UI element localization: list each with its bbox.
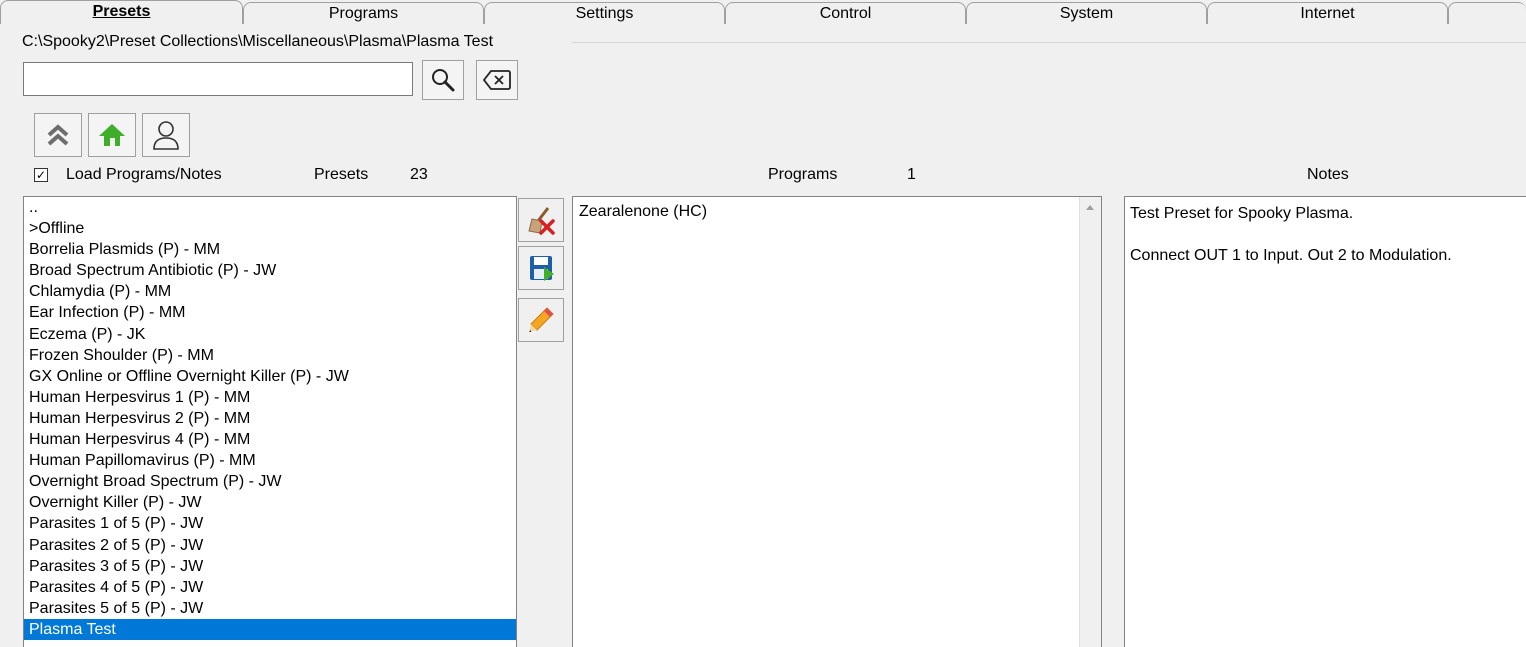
list-item[interactable]: Eczema (P) - JK — [24, 324, 516, 345]
backspace-clear-icon — [482, 70, 511, 90]
tab-internet[interactable]: Internet — [1207, 2, 1448, 24]
tab-settings[interactable]: Settings — [484, 2, 725, 24]
notes-label: Notes — [1307, 166, 1349, 183]
list-item[interactable]: Overnight Broad Spectrum (P) - JW — [24, 471, 516, 492]
list-item[interactable]: Parasites 3 of 5 (P) - JW — [24, 556, 516, 577]
tab-control[interactable]: Control — [725, 2, 966, 24]
tab-programs[interactable]: Programs — [243, 2, 484, 24]
presets-label: Presets — [314, 166, 369, 183]
list-item[interactable]: .. — [24, 197, 516, 218]
list-item[interactable]: GX Online or Offline Overnight Killer (P… — [24, 366, 516, 387]
save-disk-icon — [530, 256, 554, 281]
list-item[interactable]: Frozen Shoulder (P) - MM — [24, 345, 516, 366]
list-item[interactable]: Parasites 4 of 5 (P) - JW — [24, 577, 516, 598]
programs-scrollbar[interactable] — [1079, 197, 1101, 647]
programs-list[interactable]: Zearalenone (HC) — [572, 196, 1102, 647]
tab-presets[interactable]: Presets — [0, 0, 243, 24]
tab-internet-label: Internet — [1300, 5, 1355, 22]
list-item[interactable]: Parasites 1 of 5 (P) - JW — [24, 513, 516, 534]
tab-presets-label: Presets — [92, 3, 151, 20]
list-item[interactable]: Human Herpesvirus 2 (P) - MM — [24, 408, 516, 429]
list-item[interactable]: Parasites 5 of 5 (P) - JW — [24, 598, 516, 619]
tab-settings-label: Settings — [575, 5, 634, 22]
list-item[interactable]: Zearalenone (HC) — [573, 201, 1101, 222]
list-item[interactable]: Human Herpesvirus 4 (P) - MM — [24, 429, 516, 450]
up-level-button[interactable] — [34, 113, 82, 157]
pencil-icon — [529, 307, 554, 332]
notes-line: Connect OUT 1 to Input. Out 2 to Modulat… — [1130, 247, 1452, 264]
notes-box[interactable]: Test Preset for Spooky Plasma. Connect O… — [1124, 196, 1526, 647]
presets-list[interactable]: .. >Offline Borrelia Plasmids (P) - MM B… — [23, 196, 517, 647]
preset-path: C:\Spooky2\Preset Collections\Miscellane… — [22, 33, 494, 50]
load-programs-notes-checkbox[interactable]: ✓ — [34, 168, 48, 182]
user-presets-button[interactable] — [142, 113, 190, 157]
list-item[interactable]: Chlamydia (P) - MM — [24, 281, 516, 302]
save-preset-button[interactable] — [518, 246, 564, 290]
load-programs-notes-label: Load Programs/Notes — [66, 166, 222, 183]
delete-program-button[interactable] — [518, 198, 564, 242]
list-item[interactable]: Borrelia Plasmids (P) - MM — [24, 239, 516, 260]
broom-delete-icon — [528, 207, 555, 235]
list-item[interactable]: Broad Spectrum Antibiotic (P) - JW — [24, 260, 516, 281]
clear-search-button[interactable] — [476, 60, 518, 100]
list-item-selected[interactable]: Plasma Test — [24, 618, 516, 640]
tab-more[interactable] — [1448, 2, 1526, 24]
path-divider — [572, 42, 1526, 43]
notes-line — [1130, 224, 1521, 245]
list-item[interactable]: Ear Infection (P) - MM — [24, 302, 516, 323]
list-item[interactable]: Human Papillomavirus (P) - MM — [24, 450, 516, 471]
list-item[interactable]: >Offline — [24, 218, 516, 239]
home-icon — [99, 124, 125, 146]
search-button[interactable] — [422, 60, 464, 100]
edit-button[interactable] — [518, 298, 564, 342]
list-item[interactable]: Human Herpesvirus 1 (P) - MM — [24, 387, 516, 408]
search-input[interactable] — [23, 62, 413, 96]
tab-system-label: System — [1059, 5, 1114, 22]
double-chevron-up-icon — [47, 124, 69, 146]
tab-bar: Presets Programs Settings Control System… — [0, 0, 1526, 24]
notes-line: Test Preset for Spooky Plasma. — [1130, 205, 1354, 222]
list-item[interactable]: Overnight Killer (P) - JW — [24, 492, 516, 513]
magnifier-icon — [432, 69, 455, 92]
user-icon — [153, 121, 179, 150]
list-item[interactable]: Parasites 2 of 5 (P) - JW — [24, 535, 516, 556]
programs-label: Programs — [768, 166, 838, 183]
scroll-up-arrow-icon — [1086, 205, 1094, 210]
programs-count: 1 — [907, 166, 916, 183]
tab-control-label: Control — [819, 5, 872, 22]
tab-programs-label: Programs — [328, 5, 399, 22]
tab-system[interactable]: System — [966, 2, 1207, 24]
presets-count: 23 — [410, 166, 428, 183]
scroll-up-button[interactable] — [1079, 197, 1101, 219]
home-button[interactable] — [88, 113, 136, 157]
